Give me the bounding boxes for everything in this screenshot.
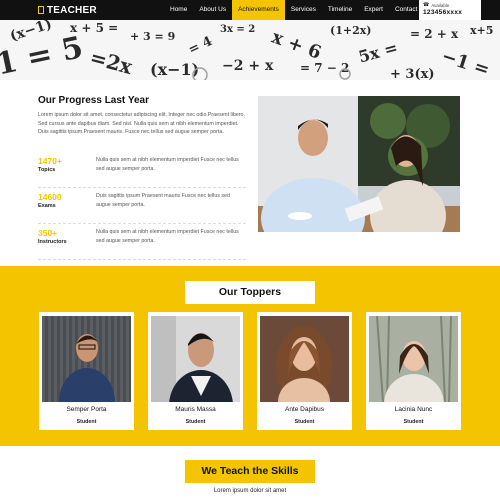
topper-card[interactable]: Mauris Massa Student [148,312,243,430]
topper-role: Student [294,419,315,425]
logo[interactable]: TEACHER [38,5,97,16]
meeting-photo [258,96,460,232]
topper-role: Student [403,419,424,425]
site-header: TEACHER Home About Us Achievements Servi… [0,0,500,20]
contact-phone: 123456xxxx [423,9,463,16]
stat-label: Exams [38,203,56,209]
logo-text: TEACHER [47,4,97,16]
hero-banner: 1 = 5 (x−1) x + 5 = =2x + 3 = 9 (x−1) = … [0,20,500,80]
topper-photo [42,316,131,402]
nav-services[interactable]: Services [285,0,322,20]
toppers-title: Our Toppers [185,281,315,304]
topper-card[interactable]: Semper Porta Student [39,312,134,430]
topper-photo [260,316,349,402]
stat-row-topics: 1470+ Topics Nulla quis sem at nibh elem… [38,152,246,188]
phone-icon: ☎ [423,2,430,8]
topper-role: Student [76,419,97,425]
nav-home[interactable]: Home [164,0,193,20]
stat-label: Topics [38,167,56,173]
stat-number: 350+ [38,228,58,238]
main-nav: Home About Us Achievements Services Time… [164,0,433,20]
progress-description: Lorem ipsum dolor sit amet, consectetur … [38,112,245,136]
stat-text: Nulla quis sem at nibh elementum imperdi… [96,229,239,244]
nav-timeline[interactable]: Timeline [322,0,358,20]
stat-label: Instructors [38,239,67,245]
skills-title: We Teach the Skills [185,460,315,483]
stat-row-instructors: 350+ Instructors Nulla quis sem at nibh … [38,224,246,260]
nav-about-us[interactable]: About Us [193,0,232,20]
stat-text: Duis sagittis ipsum Praesent mauris Fusc… [96,193,230,208]
nav-expert[interactable]: Expert [358,0,389,20]
progress-title: Our Progress Last Year [38,95,149,106]
topper-name: Semper Porta [66,406,107,413]
topper-photo [151,316,240,402]
stat-number: 1470+ [38,156,62,166]
topper-card[interactable]: Ante Dapibus Student [257,312,352,430]
topper-name: Lacinia Nunc [394,406,433,413]
topper-name: Mauris Massa [175,406,216,413]
book-icon [38,6,44,14]
topper-photo [369,316,458,402]
stat-number: 14600 [38,192,62,202]
skills-subtitle: Lorem ipsum dolor sit amet [213,488,287,494]
nav-achievements[interactable]: Achievements [232,0,285,20]
toppers-section: Our Toppers Semper Porta Student Mauris … [0,266,500,446]
contact-box[interactable]: ☎ Available 123456xxxx [419,0,481,20]
stats-list: 1470+ Topics Nulla quis sem at nibh elem… [38,152,246,260]
stat-text: Nulla quis sem at nibh elementum imperdi… [96,157,239,172]
math-formulas-image: 1 = 5 (x−1) x + 5 = =2x + 3 = 9 (x−1) = … [0,20,500,80]
stat-row-exams: 14600 Exams Duis sagittis ipsum Praesent… [38,188,246,224]
topper-card[interactable]: Lacinia Nunc Student [366,312,461,430]
contact-label: Available [431,2,450,8]
topper-name: Ante Dapibus [284,406,325,413]
topper-role: Student [185,419,206,425]
